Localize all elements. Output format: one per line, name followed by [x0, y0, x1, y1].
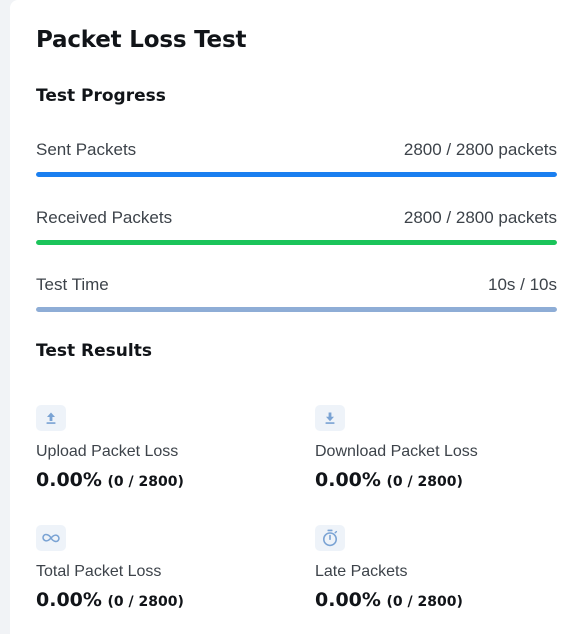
- received-packets-value: 2800 / 2800 packets: [403, 208, 557, 227]
- total-packet-loss-label: Total Packet Loss: [36, 563, 162, 580]
- stopwatch-icon: [315, 525, 345, 551]
- upload-packet-loss-percent: 0.00%: [36, 469, 102, 491]
- upload-icon: [36, 405, 66, 431]
- upload-packet-loss-result: Upload Packet Loss 0.00% (0 / 2800): [36, 405, 286, 491]
- sent-packets-row: Sent Packets 2800 / 2800 packets: [36, 140, 557, 177]
- packet-loss-card: Packet Loss Test Test Progress Sent Pack…: [10, 0, 582, 634]
- test-time-label: Test Time: [36, 275, 109, 294]
- test-time-row: Test Time 10s / 10s: [36, 275, 557, 312]
- received-packets-progress-fill: [36, 240, 557, 245]
- total-packet-loss-value: 0.00% (0 / 2800): [36, 589, 286, 611]
- download-packet-loss-percent: 0.00%: [315, 469, 381, 491]
- upload-packet-loss-value: 0.00% (0 / 2800): [36, 469, 286, 491]
- total-packet-loss-ratio: (0 / 2800): [107, 594, 184, 610]
- sent-packets-label: Sent Packets: [36, 140, 137, 159]
- upload-packet-loss-label: Upload Packet Loss: [36, 443, 179, 460]
- infinity-icon: [36, 525, 66, 551]
- sent-packets-value: 2800 / 2800 packets: [403, 140, 557, 159]
- download-packet-loss-ratio: (0 / 2800): [386, 474, 463, 490]
- late-packets-ratio: (0 / 2800): [386, 594, 463, 610]
- late-packets-result: Late Packets 0.00% (0 / 2800): [315, 525, 565, 611]
- download-packet-loss-label: Download Packet Loss: [315, 443, 478, 460]
- test-results-heading: Test Results: [36, 341, 152, 361]
- download-icon: [315, 405, 345, 431]
- download-packet-loss-result: Download Packet Loss 0.00% (0 / 2800): [315, 405, 565, 491]
- test-progress-heading: Test Progress: [36, 86, 166, 106]
- total-packet-loss-percent: 0.00%: [36, 589, 102, 611]
- test-time-value: 10s / 10s: [488, 275, 557, 294]
- late-packets-percent: 0.00%: [315, 589, 381, 611]
- received-packets-progress-bar: [36, 240, 557, 245]
- received-packets-row: Received Packets 2800 / 2800 packets: [36, 208, 557, 245]
- test-time-progress-bar: [36, 307, 557, 312]
- sent-packets-progress-fill: [36, 172, 557, 177]
- sent-packets-progress-bar: [36, 172, 557, 177]
- late-packets-label: Late Packets: [315, 563, 408, 580]
- late-packets-value: 0.00% (0 / 2800): [315, 589, 565, 611]
- download-packet-loss-value: 0.00% (0 / 2800): [315, 469, 565, 491]
- upload-packet-loss-ratio: (0 / 2800): [107, 474, 184, 490]
- test-time-progress-fill: [36, 307, 557, 312]
- received-packets-label: Received Packets: [36, 208, 173, 227]
- total-packet-loss-result: Total Packet Loss 0.00% (0 / 2800): [36, 525, 286, 611]
- page-title: Packet Loss Test: [36, 27, 247, 53]
